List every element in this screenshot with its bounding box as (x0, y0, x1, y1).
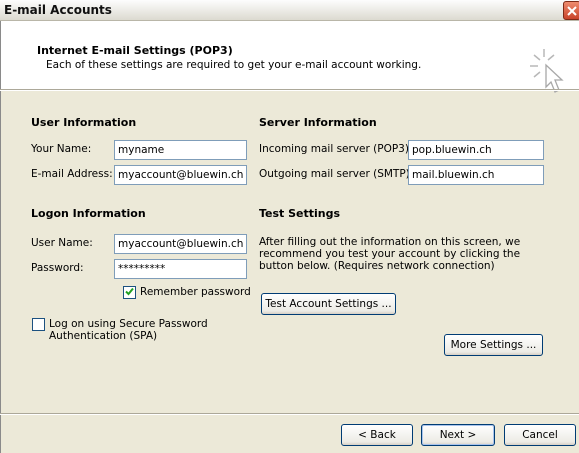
spa-label-line-1[interactable]: Log on using Secure Password (49, 318, 208, 330)
test-settings-note-1: After filling out the information on thi… (259, 236, 521, 248)
spa-label-line-2[interactable]: Authentication (SPA) (49, 330, 157, 342)
footer-separator (0, 413, 579, 415)
back-button[interactable]: < Back (341, 424, 413, 446)
incoming-server-label: Incoming mail server (POP3): (259, 143, 413, 155)
server-information-heading: Server Information (259, 116, 377, 129)
cancel-button[interactable]: Cancel (504, 424, 576, 446)
test-settings-note-2: recommend you test your account by click… (259, 248, 521, 260)
password-field[interactable] (114, 259, 247, 279)
checkmark-icon (125, 287, 134, 299)
logon-information-heading: Logon Information (31, 207, 146, 220)
password-label: Password: (31, 262, 84, 274)
user-name-label: User Name: (31, 237, 93, 249)
spa-checkbox[interactable] (32, 318, 45, 331)
next-button[interactable]: Next > (421, 424, 495, 446)
your-name-field[interactable] (114, 140, 247, 160)
title-bar: E-mail Accounts (0, 0, 579, 21)
window-title: E-mail Accounts (4, 3, 112, 17)
wizard-header: Internet E-mail Settings (POP3) Each of … (0, 21, 579, 93)
user-information-heading: User Information (31, 116, 137, 129)
outgoing-server-label: Outgoing mail server (SMTP): (259, 168, 414, 180)
test-settings-heading: Test Settings (259, 207, 341, 220)
email-address-field[interactable] (114, 165, 247, 185)
outgoing-server-field[interactable] (408, 165, 544, 185)
remember-password-checkbox[interactable] (123, 286, 136, 299)
remember-password-label[interactable]: Remember password (140, 286, 251, 298)
your-name-label: Your Name: (31, 143, 92, 155)
user-name-field[interactable] (114, 234, 247, 254)
test-settings-note-3: button below. (Requires network connecti… (259, 260, 495, 272)
close-icon (566, 5, 578, 17)
close-button[interactable] (563, 1, 579, 20)
incoming-server-field[interactable] (408, 140, 544, 160)
header-title: Internet E-mail Settings (POP3) (37, 44, 233, 57)
test-account-settings-button[interactable]: Test Account Settings ... (261, 293, 396, 315)
more-settings-button[interactable]: More Settings ... (444, 334, 543, 356)
header-subtitle: Each of these settings are required to g… (46, 59, 422, 71)
email-address-label: E-mail Address: (31, 168, 113, 180)
